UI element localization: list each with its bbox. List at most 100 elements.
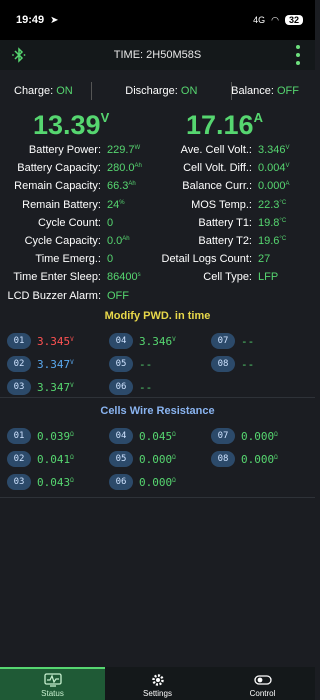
stat-value: 66.3Ah: [107, 180, 136, 193]
stat-value: 3.346V: [258, 144, 290, 156]
balance-status[interactable]: Balance: OFF: [231, 85, 315, 97]
stat-value: 0.000A: [258, 180, 290, 193]
stat-value: 229.7W: [107, 144, 141, 156]
cell-value: 0.039Ω: [37, 429, 74, 443]
wire-resistance-item: 01 0.039Ω: [7, 428, 74, 444]
stat-value: 19.6°C: [258, 235, 287, 247]
stat-value: 280.0Ah: [107, 162, 142, 175]
status-icons: 4G ◠ 32: [253, 15, 303, 26]
stat-label: Time Enter Sleep:: [13, 271, 101, 284]
charge-status[interactable]: Charge: ON: [0, 85, 91, 97]
clock: 19:49: [16, 14, 45, 26]
wire-resistance-item: 06 0.000Ω: [109, 474, 176, 490]
discharge-status[interactable]: Discharge: ON: [92, 85, 231, 97]
stat-label: Cell Volt. Diff.:: [183, 162, 252, 175]
cell-index-badge: 08: [211, 356, 235, 372]
cell-voltage-item: 02 3.347V: [7, 356, 74, 372]
cell-value: 0.000Ω: [241, 429, 278, 443]
cell-index-badge: 04: [109, 428, 133, 444]
stat-label: Cycle Count:: [38, 216, 101, 229]
stat-row: Battery Power: 229.7W: [2, 144, 157, 156]
cell-value: 3.346V: [139, 334, 176, 348]
cell-index-badge: 06: [109, 474, 133, 490]
cell-index-badge: 02: [7, 451, 31, 467]
stat-row: Cell Type: LFP: [158, 271, 314, 283]
stat-label: MOS Temp.:: [191, 198, 252, 211]
stat-row: Remain Battery: 24%: [2, 199, 157, 211]
status-icon: [43, 673, 62, 687]
wifi-icon: ◠: [271, 14, 279, 25]
stat-label: Time Emerg.:: [35, 253, 101, 266]
cell-index-badge: 08: [211, 451, 235, 467]
stat-value: 27: [258, 253, 271, 266]
stat-row: LCD Buzzer Alarm: OFF: [2, 290, 157, 302]
stat-row: Battery T1: 19.8°C: [158, 217, 314, 229]
stat-row: Cell Volt. Diff.: 0.004V: [158, 162, 314, 174]
bluetooth-icon[interactable]: [10, 46, 28, 64]
cell-value: --: [241, 334, 255, 348]
stat-label: Battery T2:: [198, 235, 252, 247]
cell-value: 0.000Ω: [139, 475, 176, 489]
wire-resistance-title: Cells Wire Resistance: [100, 405, 215, 417]
stat-label: Cycle Capacity:: [24, 235, 101, 247]
stat-value: 0.004V: [258, 162, 290, 175]
cell-voltage-item: 05 --: [109, 356, 152, 372]
tab-status[interactable]: Status: [0, 667, 105, 700]
stat-row: Cycle Count: 0: [2, 217, 157, 229]
stat-row: MOS Temp.: 22.3°C: [158, 199, 314, 211]
cell-value: --: [139, 380, 153, 394]
stat-value: LFP: [258, 271, 279, 284]
stat-value: 19.8°C: [258, 216, 287, 229]
battery-icon: 32: [284, 15, 303, 25]
stat-row: Ave. Cell Volt.: 3.346V: [158, 144, 314, 156]
gear-icon: [151, 674, 164, 686]
cell-voltage-item: 06 --: [109, 379, 152, 395]
bottom-tab-bar: Status Settings Control: [0, 667, 315, 700]
stat-row: Time Emerg.: 0: [2, 253, 157, 265]
telegram-icon: ➤: [50, 14, 59, 26]
wire-resistance-item: 03 0.043Ω: [7, 474, 74, 490]
tab-control[interactable]: Control: [210, 667, 315, 700]
cell-value: 0.000Ω: [241, 452, 278, 466]
cell-value: 0.045Ω: [139, 429, 176, 443]
wire-resistance-item: 07 0.000Ω: [211, 428, 278, 444]
cell-index-badge: 02: [7, 356, 31, 372]
cell-voltage-item: 07 --: [211, 333, 254, 349]
stat-label: Cell Type:: [203, 271, 252, 284]
cell-value: 0.043Ω: [37, 475, 74, 489]
overflow-menu-icon[interactable]: [295, 45, 301, 65]
cell-index-badge: 05: [109, 451, 133, 467]
cell-index-badge: 07: [211, 428, 235, 444]
stat-row: Remain Capacity: 66.3Ah: [2, 180, 157, 192]
pack-current: 17.16A: [186, 110, 263, 140]
stat-row: Time Enter Sleep: 86400s: [2, 271, 157, 283]
cell-value: 3.347V: [37, 357, 74, 371]
cell-index-badge: 03: [7, 379, 31, 395]
stat-label: Ave. Cell Volt.:: [180, 144, 252, 156]
cell-voltage-item: 08 --: [211, 356, 254, 372]
stat-row: Balance Curr.: 0.000A: [158, 180, 314, 192]
stat-row: Cycle Capacity: 0.0Ah: [2, 235, 157, 247]
divider: [0, 397, 315, 398]
modify-pwd-title[interactable]: Modify PWD. in time: [0, 310, 315, 322]
stat-label: Detail Logs Count:: [161, 253, 253, 266]
cell-index-badge: 03: [7, 474, 31, 490]
tab-settings[interactable]: Settings: [105, 667, 210, 700]
stat-row: Battery T2: 19.6°C: [158, 235, 314, 247]
cell-index-badge: 04: [109, 333, 133, 349]
pack-voltage: 13.39V: [33, 110, 110, 140]
stat-label: Remain Battery:: [22, 198, 101, 211]
cell-index-badge: 07: [211, 333, 235, 349]
cell-voltage-item: 03 3.347V: [7, 379, 74, 395]
cell-index-badge: 01: [7, 428, 31, 444]
cell-value: --: [139, 357, 153, 371]
stat-row: Detail Logs Count: 27: [158, 253, 314, 265]
cell-value: --: [241, 357, 255, 371]
wire-resistance-item: 02 0.041Ω: [7, 451, 74, 467]
stat-label: Remain Capacity:: [14, 180, 101, 193]
wire-resistance-item: 08 0.000Ω: [211, 451, 278, 467]
cell-index-badge: 06: [109, 379, 133, 395]
stat-value: 0: [107, 253, 114, 266]
runtime-title: TIME: 2H50M58S: [113, 49, 202, 61]
system-status-bar: 19:49 ➤ 4G ◠ 32: [0, 0, 315, 40]
